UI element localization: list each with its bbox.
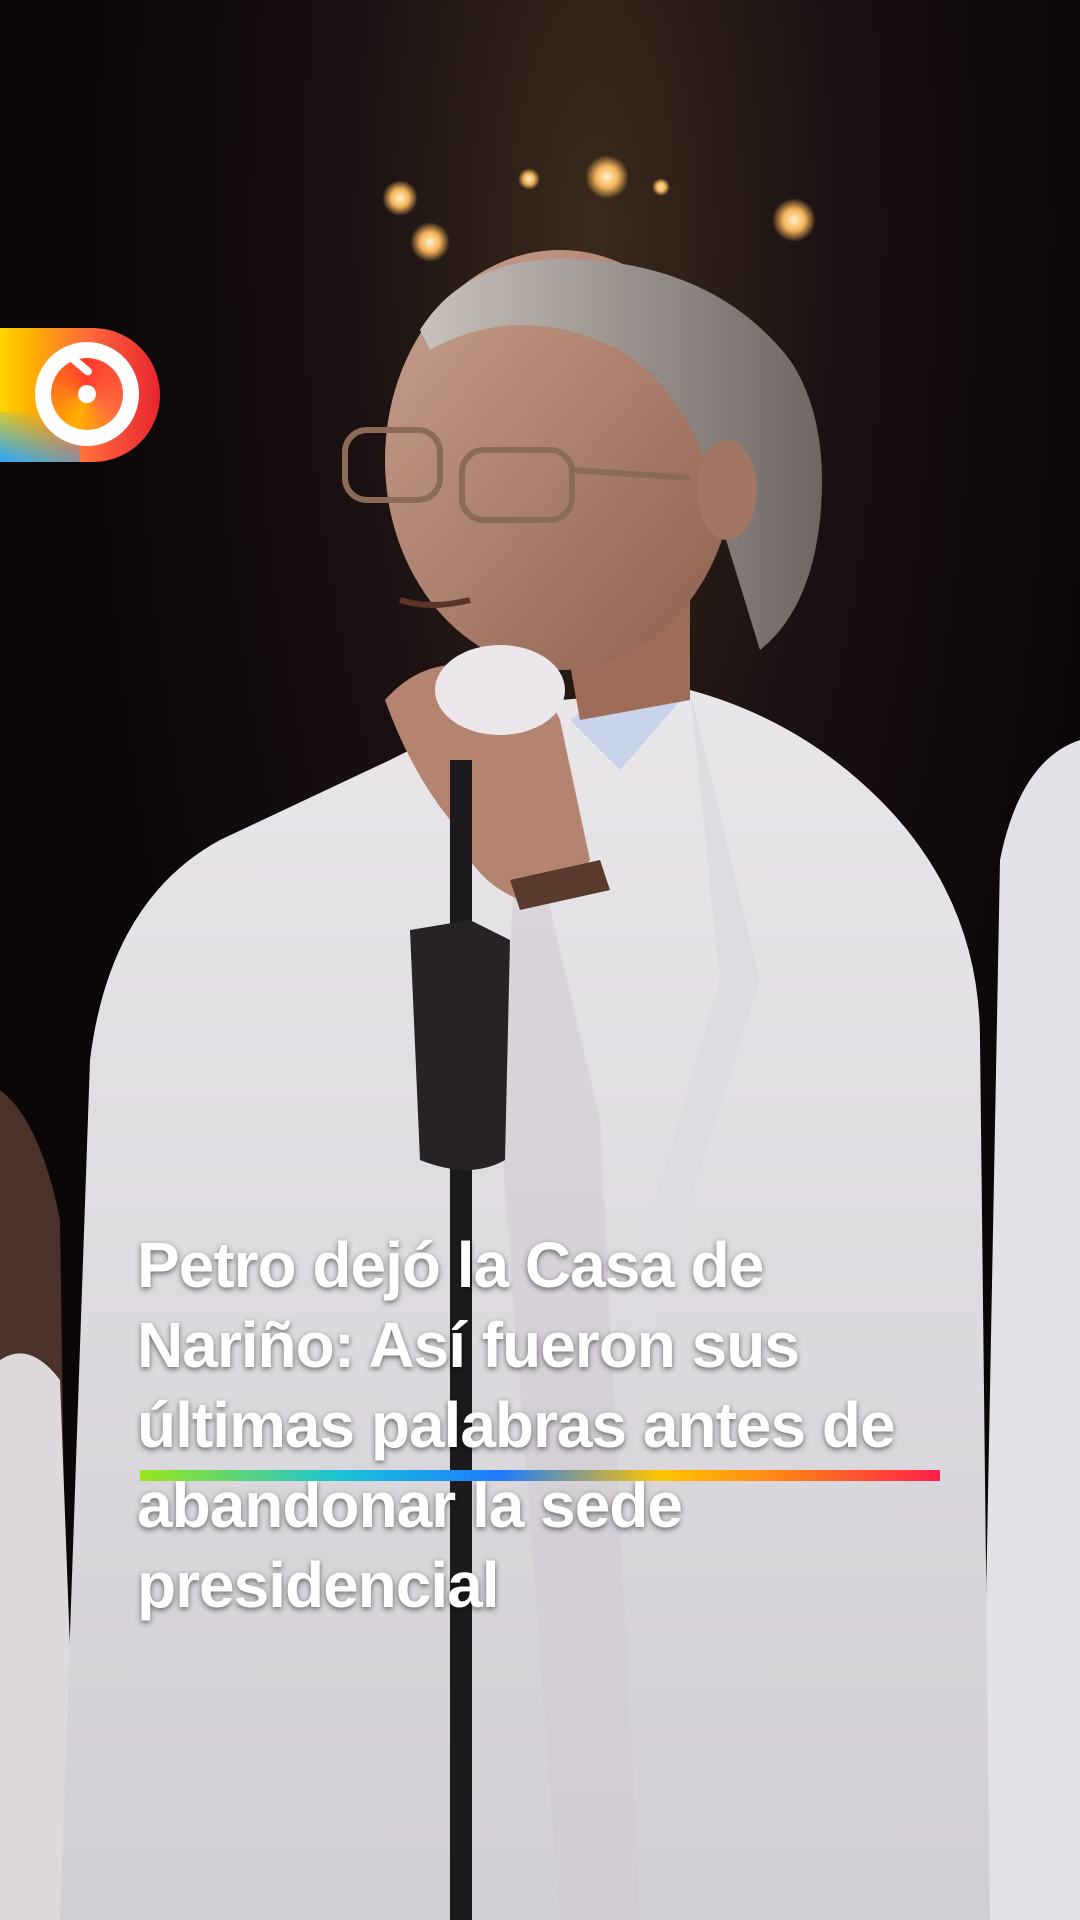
headline-accent-bar <box>140 1470 940 1481</box>
speedometer-logo-icon <box>35 342 139 446</box>
speaker-figure <box>0 250 1080 1920</box>
headline-title: Petro dejó la Casa de Nariño: Así fueron… <box>137 1229 896 1621</box>
background-person-right <box>980 740 1080 1920</box>
brand-logo <box>0 328 160 462</box>
video-frame: Petro dejó la Casa de Nariño: Así fueron… <box>0 0 1080 1920</box>
